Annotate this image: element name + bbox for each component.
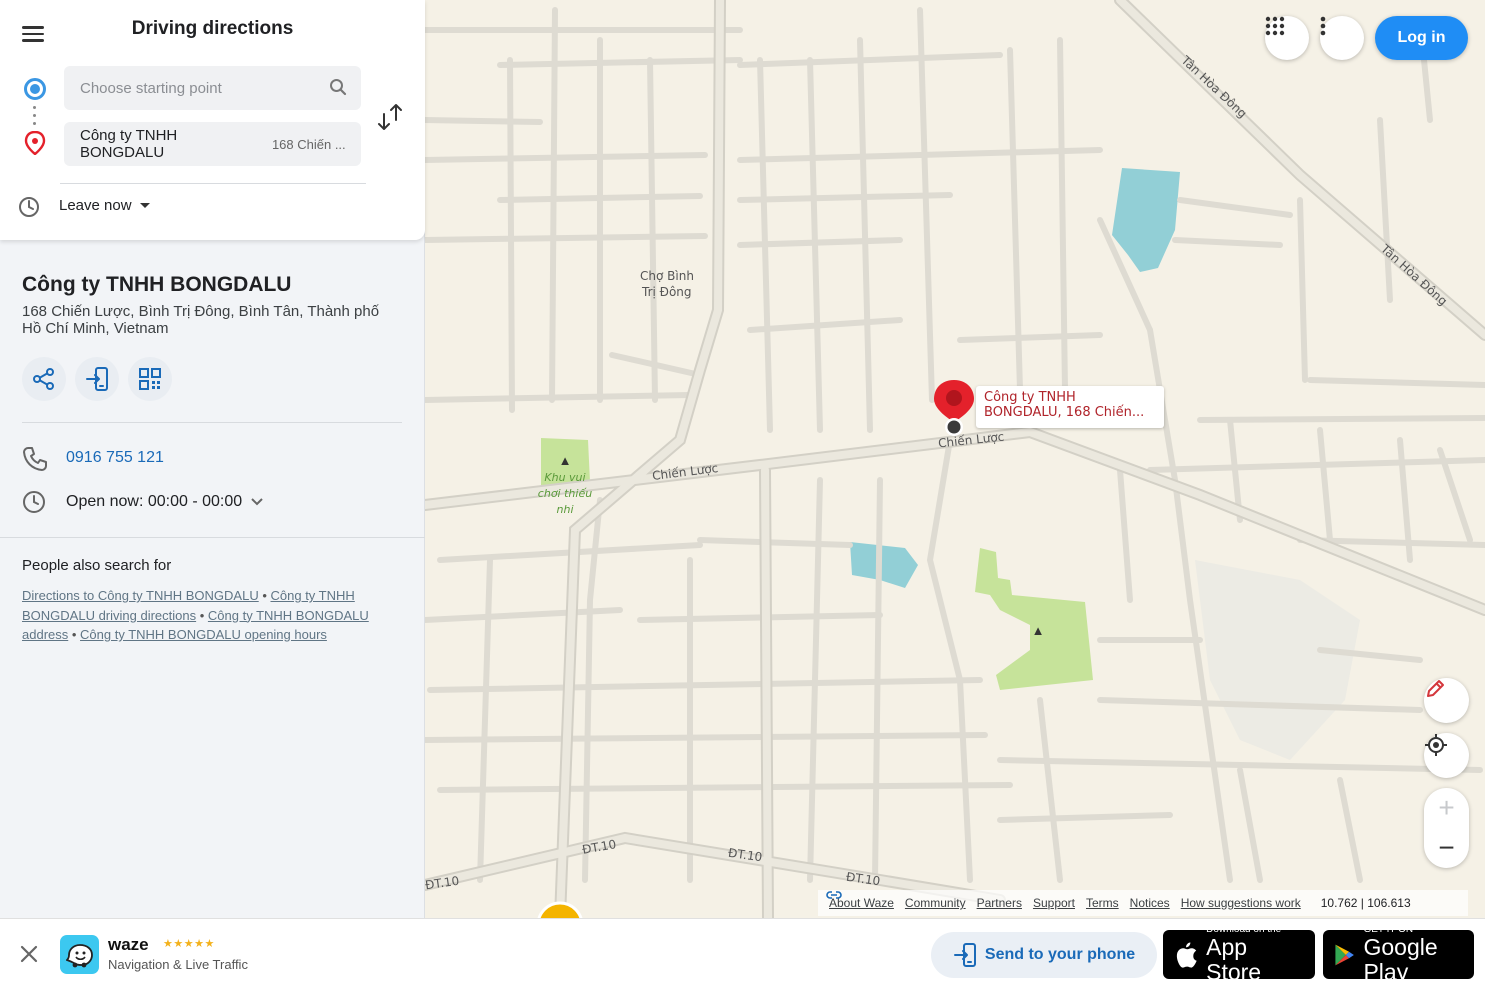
footer-link-support[interactable]: Support bbox=[1033, 896, 1075, 910]
app-store-button[interactable]: Download on the App Store bbox=[1163, 924, 1315, 985]
google-play-button[interactable]: GET IT ON Google Play bbox=[1323, 924, 1474, 985]
caret-down-icon bbox=[139, 203, 150, 208]
pencil-icon bbox=[1427, 680, 1444, 697]
directions-box: Driving directions Choose starting point… bbox=[0, 0, 425, 240]
search-icon[interactable] bbox=[329, 78, 347, 96]
send-to-phone-label: Send to your phone bbox=[984, 946, 1136, 963]
directions-title: Driving directions bbox=[131, 18, 294, 39]
apps-grid-button[interactable] bbox=[1265, 16, 1309, 60]
route-dots-icon bbox=[33, 106, 37, 130]
brand-tagline: Navigation & Live Traffic bbox=[108, 957, 248, 972]
pond-south bbox=[850, 542, 918, 588]
google-play-big-text: Google Play bbox=[1363, 934, 1438, 985]
phone-number-link[interactable]: 0916 755 121 bbox=[66, 449, 164, 467]
more-options-button[interactable] bbox=[1320, 16, 1364, 60]
zoom-in-button[interactable]: + bbox=[1424, 788, 1469, 828]
zoom-out-button[interactable]: − bbox=[1424, 828, 1469, 868]
login-button[interactable]: Log in bbox=[1375, 16, 1468, 60]
footer-link-partners[interactable]: Partners bbox=[977, 896, 1022, 910]
my-location-button[interactable] bbox=[1424, 733, 1469, 778]
opening-hours-text: Open now: 00:00 - 00:00 bbox=[66, 493, 243, 510]
destination-pin-icon bbox=[24, 131, 46, 155]
leave-now-label: Leave now bbox=[59, 197, 132, 214]
leave-now-dropdown[interactable]: Leave now bbox=[59, 197, 150, 214]
footer-link-terms[interactable]: Terms bbox=[1086, 896, 1119, 910]
close-icon[interactable] bbox=[19, 944, 39, 964]
more-vertical-icon bbox=[1320, 16, 1326, 36]
send-to-phone-icon bbox=[953, 943, 976, 967]
phone-icon bbox=[23, 447, 47, 471]
map-label-park: Khu vui chơi thiếu nhi bbox=[537, 471, 593, 516]
marker-tooltip[interactable]: Công ty TNHH BONGDALU, 168 Chiến... bbox=[976, 386, 1164, 428]
clock-icon bbox=[23, 491, 45, 513]
tree-icon: ▲ bbox=[1032, 623, 1045, 638]
also-search-link[interactable]: Công ty TNHH BONGDALU opening hours bbox=[80, 627, 327, 642]
send-to-phone-cta[interactable]: Send to your phone bbox=[931, 932, 1157, 978]
grid-icon bbox=[1265, 16, 1285, 36]
report-edit-button[interactable] bbox=[1424, 678, 1469, 723]
footer-link-how-suggestions[interactable]: How suggestions work bbox=[1181, 896, 1301, 910]
pond-north bbox=[1112, 168, 1180, 272]
footer-link-notices[interactable]: Notices bbox=[1130, 896, 1170, 910]
share-button[interactable] bbox=[22, 357, 66, 401]
divider bbox=[0, 537, 425, 538]
opening-hours-toggle[interactable]: Open now: 00:00 - 00:00 bbox=[66, 493, 264, 511]
starting-point-placeholder: Choose starting point bbox=[80, 79, 222, 97]
destination-input[interactable]: Công ty TNHH BONGDALU 168 Chiến ... bbox=[64, 122, 361, 166]
waze-logo-icon bbox=[60, 935, 99, 974]
divider bbox=[60, 183, 366, 184]
app-store-big-text: App Store bbox=[1206, 934, 1262, 985]
also-search-title: People also search for bbox=[22, 557, 172, 574]
apple-icon bbox=[1176, 941, 1197, 968]
map-label-market: Chợ Bình bbox=[640, 269, 694, 283]
alert-icon[interactable] bbox=[537, 901, 583, 918]
grey-area bbox=[1195, 560, 1360, 760]
crosshair-icon bbox=[1425, 734, 1447, 756]
map-footer: About Waze Community Partners Support Te… bbox=[818, 890, 1468, 916]
place-name: Công ty TNHH BONGDALU bbox=[22, 273, 292, 296]
rating-stars-icon: ★★★★★ bbox=[163, 938, 215, 950]
app-promo-bar: waze ★★★★★ Navigation & Live Traffic Sen… bbox=[0, 918, 1485, 990]
swap-icon[interactable] bbox=[376, 102, 404, 132]
side-panel: Driving directions Choose starting point… bbox=[0, 0, 425, 918]
google-play-icon bbox=[1335, 944, 1354, 965]
qr-code-button[interactable] bbox=[128, 357, 172, 401]
map-label-market: Trị Đông bbox=[642, 285, 692, 299]
brand-name: waze bbox=[108, 935, 149, 954]
link-icon[interactable] bbox=[826, 890, 842, 900]
destination-name: Công ty TNHH BONGDALU bbox=[80, 127, 178, 161]
tree-icon: ▲ bbox=[559, 453, 572, 468]
destination-address: 168 Chiến ... bbox=[271, 136, 345, 152]
share-icon bbox=[33, 368, 54, 390]
place-address: 168 Chiến Lược, Bình Trị Đông, Bình Tân,… bbox=[22, 303, 380, 337]
origin-icon bbox=[24, 78, 46, 100]
send-to-phone-icon bbox=[86, 367, 108, 391]
park-east bbox=[975, 548, 1093, 690]
qr-code-icon bbox=[139, 368, 161, 390]
clock-icon bbox=[19, 197, 39, 217]
chevron-down-icon bbox=[251, 498, 263, 506]
footer-link-community[interactable]: Community bbox=[905, 896, 966, 910]
zoom-controls: + − bbox=[1424, 788, 1469, 868]
divider bbox=[22, 422, 402, 423]
send-to-phone-button[interactable] bbox=[75, 357, 119, 401]
starting-point-input[interactable]: Choose starting point bbox=[64, 66, 361, 110]
also-search-links: Directions to Công ty TNHH BONGDALU • Cô… bbox=[22, 588, 369, 642]
also-search-link[interactable]: Directions to Công ty TNHH BONGDALU bbox=[22, 588, 259, 603]
map-coordinates: 10.762 | 106.613 bbox=[1320, 896, 1411, 910]
